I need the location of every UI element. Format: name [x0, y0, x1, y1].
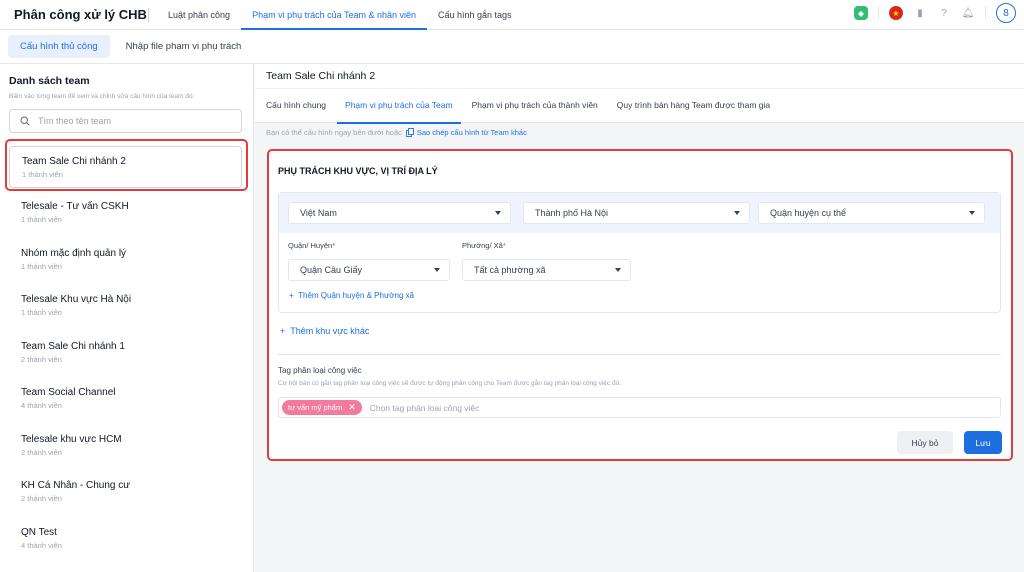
nav-assignment-rules[interactable]: Luật phân công [157, 0, 241, 30]
region-selectors: Việt Nam Thành phố Hà Nội Quận huyện cụ … [279, 193, 1000, 233]
tag-search-input[interactable] [369, 402, 670, 413]
tag-section-hint: Cơ hội bán có gắn tag phân loại công việ… [278, 380, 622, 387]
team-item[interactable]: Telesale Khu vực Hà Nội 1 thành viên [0, 281, 253, 328]
tag-chip: tư vấn mỹ phẩm ✕ [282, 400, 362, 415]
team-member-count: 4 thành viên [21, 401, 62, 410]
nav-team-scope[interactable]: Phạm vi phụ trách của Team & nhân viên [241, 0, 427, 30]
team-list: Team Sale Chi nhánh 2 1 thành viên Teles… [0, 144, 253, 561]
team-member-count: 2 thành viên [21, 354, 62, 364]
add-district-link[interactable]: + Thêm Quận huyện & Phường xã [289, 291, 414, 300]
chevron-down-icon [615, 268, 621, 272]
section-divider [278, 354, 1001, 355]
close-icon[interactable]: ✕ [348, 402, 356, 413]
main-header: Team Sale Chi nhánh 2 Cấu hình chung Phạ… [255, 64, 1024, 124]
team-name: Team Sale Chi nhánh 1 [21, 340, 125, 352]
team-name: QN Test [21, 526, 57, 538]
team-name: KH Cá Nhân - Chung cư [21, 480, 130, 491]
team-search[interactable] [9, 109, 242, 133]
divider [878, 6, 879, 20]
top-right-actions: ◆ ★ ▮ ? 🔔︎ 8 [854, 3, 1016, 23]
tag-select[interactable]: tư vấn mỹ phẩm ✕ [278, 397, 1001, 418]
highlight-selected-team [5, 139, 248, 191]
team-item[interactable]: Telesale khu vực HCM 2 thành viên [0, 421, 253, 468]
team-item[interactable]: QN Test 4 thành viên [0, 514, 253, 561]
top-nav: Luật phân công Phạm vi phụ trách của Tea… [148, 0, 523, 30]
team-item[interactable]: Nhóm mặc định quản lý 1 thành viên [0, 235, 253, 282]
team-item[interactable]: Team Sale Chi nhánh 1 2 thành viên [0, 328, 253, 375]
plus-icon: + [289, 291, 299, 300]
district-mode-value: Quận huyện cụ thể [770, 208, 847, 218]
cancel-button[interactable]: Hủy bỏ [897, 431, 953, 454]
main-panel: Team Sale Chi nhánh 2 Cấu hình chung Phạ… [255, 64, 1024, 572]
country-value: Việt Nam [300, 208, 337, 218]
team-name: Telesale Khu vực Hà Nội [21, 294, 132, 305]
scope-config-card: PHỤ TRÁCH KHU VỰC, VỊ TRÍ ĐỊA LÝ Việt Na… [267, 149, 1013, 461]
plugin-icon[interactable]: ◆ [854, 6, 868, 20]
copy-icon [405, 128, 414, 137]
district-mode-select[interactable]: Quận huyện cụ thể [758, 202, 985, 224]
team-item[interactable]: KH Cá Nhân - Chung cư 2 thành viên [0, 467, 253, 514]
team-member-count: 1 thành viên [21, 308, 62, 317]
chevron-down-icon [495, 211, 501, 215]
region-block: Việt Nam Thành phố Hà Nội Quận huyện cụ … [278, 192, 1001, 313]
app-title: Phân công xử lý CHB [14, 7, 147, 22]
ward-value: Tất cả phường xã [474, 265, 546, 275]
subtab-manual-config[interactable]: Cấu hình thủ công [8, 35, 110, 58]
config-hint-text: Bạn có thể cấu hình ngay bên dưới hoặc [266, 128, 402, 137]
district-value: Quận Cầu Giấy [300, 265, 363, 275]
team-member-count: 1 thành viên [21, 261, 62, 271]
sidebar-hint: Bấm vào từng team để xem và chỉnh sửa cấ… [9, 93, 195, 100]
sub-nav: Cấu hình thủ công Nhập file phạm vi phụ … [0, 30, 1024, 64]
save-button[interactable]: Lưu [964, 431, 1002, 454]
card-title: PHỤ TRÁCH KHU VỰC, VỊ TRÍ ĐỊA LÝ [278, 166, 438, 176]
team-name: Nhóm mặc định quản lý [21, 247, 127, 259]
team-member-count: 1 thành viên [21, 215, 62, 224]
vietnam-flag-icon[interactable]: ★ [889, 6, 903, 20]
tab-team-scope[interactable]: Phạm vi phụ trách của Team [337, 89, 461, 124]
city-value: Thành phố Hà Nội [535, 208, 609, 218]
book-icon[interactable]: ▮ [913, 6, 927, 20]
tab-general-config[interactable]: Cấu hình chung [258, 89, 334, 124]
district-select[interactable]: Quận Cầu Giấy [288, 259, 450, 281]
divider [985, 6, 986, 20]
config-hint: Bạn có thể cấu hình ngay bên dưới hoặc S… [266, 128, 527, 137]
page-title: Team Sale Chi nhánh 2 [266, 70, 376, 82]
team-name: Telesale - Tư vấn CSKH [21, 201, 129, 212]
help-icon[interactable]: ? [937, 6, 951, 20]
plus-icon: + [280, 326, 291, 336]
team-item[interactable]: Team Social Channel 4 thành viên [0, 374, 253, 421]
add-region-link[interactable]: + Thêm khu vực khác [280, 326, 369, 336]
nav-tag-config[interactable]: Cấu hình gắn tags [427, 0, 523, 30]
search-icon [20, 116, 30, 126]
chevron-down-icon [434, 268, 440, 272]
city-select[interactable]: Thành phố Hà Nội [523, 202, 750, 224]
bell-icon[interactable]: 🔔︎ [961, 6, 975, 20]
team-name: Team Social Channel [21, 387, 116, 398]
team-member-count: 2 thành viên [21, 447, 62, 457]
sidebar-title: Danh sách team [9, 75, 90, 87]
user-avatar-icon[interactable]: 8 [996, 3, 1016, 23]
tag-section-title: Tag phân loại công việc [278, 366, 362, 375]
subtab-import-file[interactable]: Nhập file phạm vi phụ trách [114, 35, 254, 58]
team-member-count: 4 thành viên [21, 540, 62, 550]
copy-config-label: Sao chép cấu hình từ Team khác [416, 128, 527, 137]
tab-member-scope[interactable]: Phạm vi phụ trách của thành viên [464, 89, 606, 124]
tag-chip-label: tư vấn mỹ phẩm [288, 403, 343, 412]
chevron-down-icon [734, 211, 740, 215]
tab-sales-process[interactable]: Quy trình bán hàng Team được tham gia [609, 89, 778, 124]
team-name: Telesale khu vực HCM [21, 433, 122, 445]
chevron-down-icon [969, 211, 975, 215]
team-member-count: 2 thành viên [21, 494, 62, 503]
ward-select[interactable]: Tất cả phường xã [462, 259, 631, 281]
team-search-input[interactable] [38, 116, 218, 126]
copy-config-link[interactable]: Sao chép cấu hình từ Team khác [405, 128, 527, 137]
ward-label: Phường/ Xã* [462, 241, 506, 250]
country-select[interactable]: Việt Nam [288, 202, 511, 224]
nav-divider [148, 7, 149, 22]
main-tabs: Cấu hình chung Phạm vi phụ trách của Tea… [255, 88, 1024, 124]
top-bar: Phân công xử lý CHB Luật phân công Phạm … [0, 0, 1024, 30]
team-item[interactable]: Telesale - Tư vấn CSKH 1 thành viên [0, 188, 253, 235]
district-label: Quận/ Huyện* [288, 241, 336, 250]
